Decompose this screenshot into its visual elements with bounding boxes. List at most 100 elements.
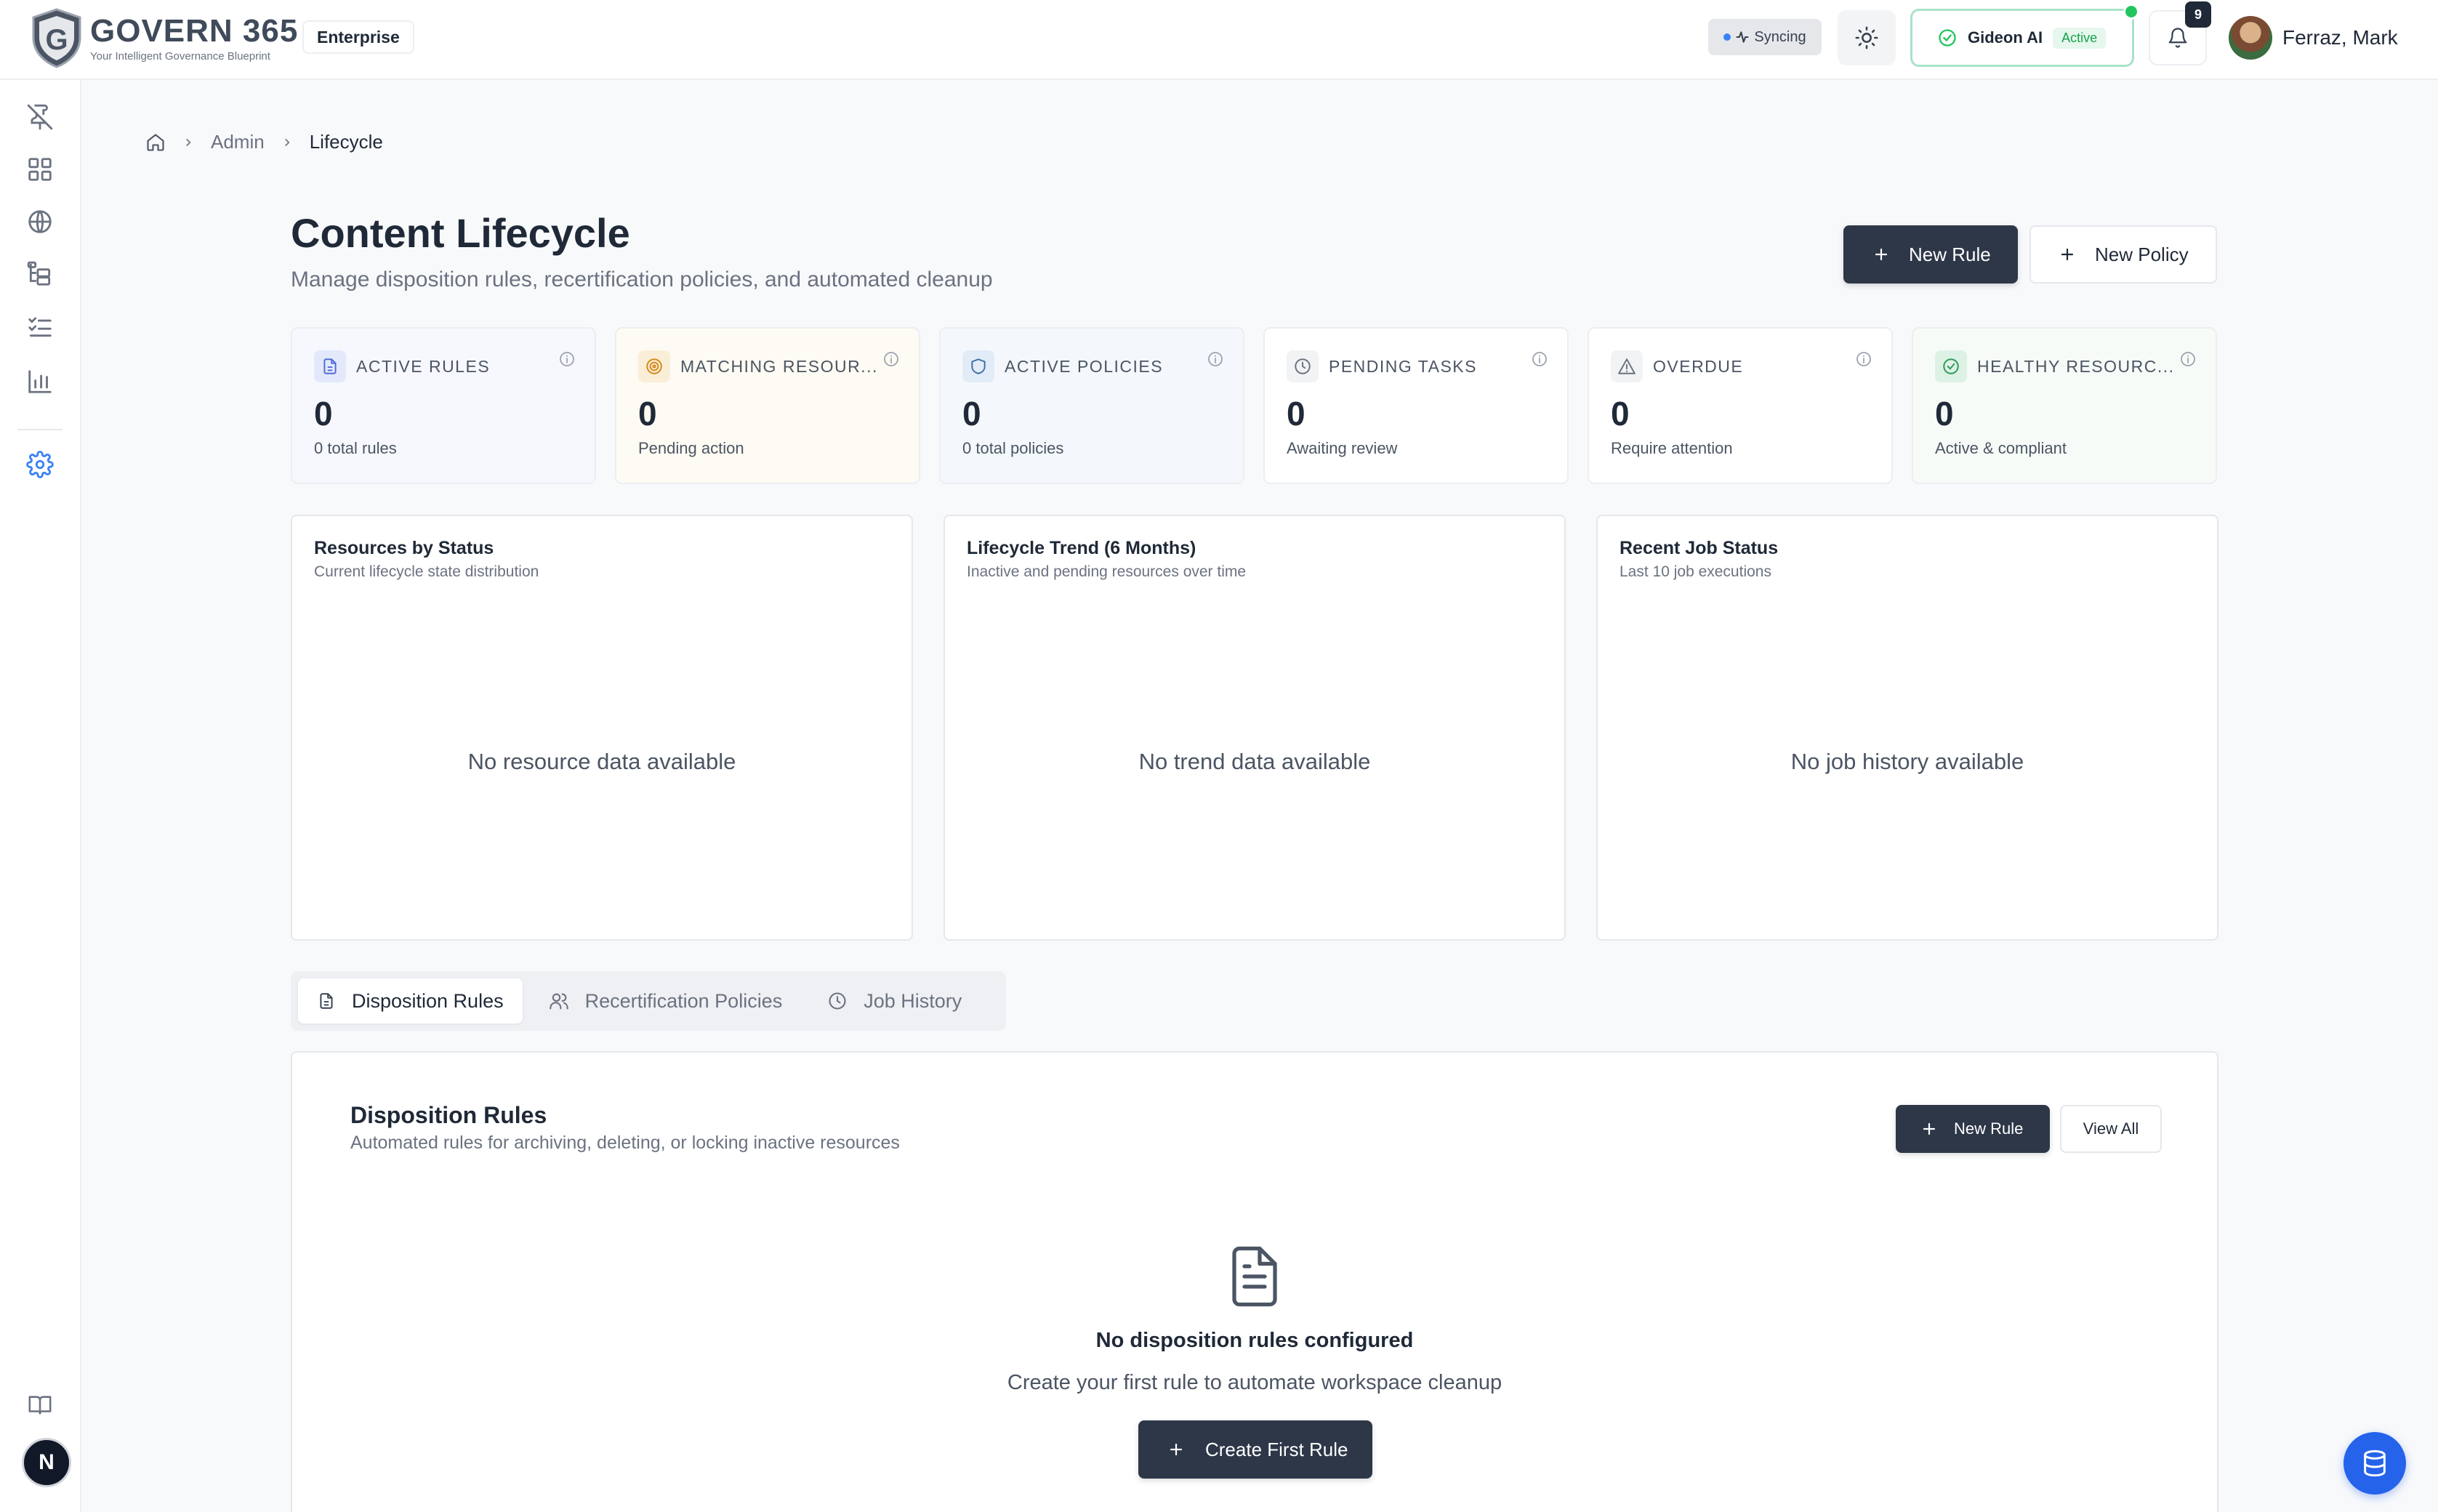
chart-card-recent-job-status: Recent Job Status Last 10 job executions… [1596, 515, 2218, 941]
ai-name: Gideon AI [1968, 28, 2043, 47]
stat-note: Awaiting review [1287, 439, 1398, 457]
logo-tagline: Your Intelligent Governance Blueprint [90, 49, 270, 63]
sun-icon [1855, 26, 1878, 49]
stat-label: PENDING TASKS [1329, 356, 1477, 376]
stat-note: 0 total policies [962, 439, 1064, 457]
sync-status-pill: Syncing [1708, 19, 1822, 55]
theme-toggle-button[interactable] [1838, 10, 1896, 65]
target-icon [638, 350, 670, 382]
breadcrumb: Admin Lifecycle [145, 131, 383, 153]
chart-subtitle: Last 10 job executions [1620, 563, 1771, 580]
sidebar-avatar[interactable]: N [22, 1438, 71, 1487]
stat-label: ACTIVE POLICIES [1005, 356, 1164, 376]
hierarchy-icon[interactable] [26, 260, 54, 288]
chart-empty-message: No trend data available [1138, 749, 1371, 774]
info-icon[interactable] [558, 350, 576, 368]
tab-label: Disposition Rules [352, 989, 504, 1012]
tab-recertification-policies[interactable]: Recertification Policies [530, 978, 802, 1024]
home-icon[interactable] [145, 132, 166, 153]
chart-subtitle: Inactive and pending resources over time [967, 563, 1247, 580]
new-rule-button[interactable]: New Rule [1843, 225, 2018, 284]
stat-card-active-policies[interactable]: ACTIVE POLICIES 0 0 total policies [939, 327, 1244, 484]
list-check-icon[interactable] [26, 313, 54, 340]
notification-count-badge: 9 [2185, 1, 2211, 28]
info-icon[interactable] [1531, 350, 1548, 368]
chart-empty-message: No resource data available [467, 749, 736, 774]
panel-new-rule-label: New Rule [1954, 1119, 2024, 1138]
stat-card-pending-tasks[interactable]: PENDING TASKS 0 Awaiting review [1263, 327, 1569, 484]
database-fab-button[interactable] [2344, 1432, 2406, 1495]
stat-note: 0 total rules [314, 439, 397, 457]
chevron-right-icon [186, 138, 191, 146]
top-header: G GOVERN 365 Your Intelligent Governance… [0, 0, 2438, 80]
panel-new-rule-button[interactable]: New Rule [1896, 1105, 2050, 1153]
chevron-right-icon [284, 138, 290, 146]
stat-card-overdue[interactable]: OVERDUE 0 Require attention [1588, 327, 1893, 484]
user-avatar [2229, 16, 2272, 60]
plus-icon [1170, 1443, 1183, 1456]
view-all-button[interactable]: View All [2060, 1105, 2162, 1153]
stat-card-active-rules[interactable]: ACTIVE RULES 0 0 total rules [291, 327, 596, 484]
stat-note: Pending action [638, 439, 744, 457]
notifications-button[interactable]: 9 [2149, 1, 2211, 65]
user-menu[interactable]: Ferraz, Mark [2229, 16, 2398, 60]
stat-label: OVERDUE [1653, 356, 1744, 376]
chart-title: Lifecycle Trend (6 Months) [967, 538, 1196, 558]
bar-chart-icon[interactable] [26, 368, 54, 395]
edition-badge: Enterprise [302, 20, 414, 54]
breadcrumb-admin[interactable]: Admin [211, 131, 265, 153]
bell-icon [2168, 28, 2187, 48]
create-first-rule-button[interactable]: Create First Rule [1138, 1420, 1372, 1479]
stat-label: MATCHING RESOUR... [680, 356, 878, 376]
stat-value: 0 [1287, 395, 1306, 433]
stat-note: Require attention [1611, 439, 1733, 457]
info-icon[interactable] [2179, 350, 2197, 368]
sidebar-divider [17, 429, 63, 430]
tab-job-history[interactable]: Job History [808, 978, 981, 1024]
stat-label: HEALTHY RESOURC... [1977, 356, 2175, 376]
plus-icon [2061, 248, 2074, 261]
empty-state-subtitle: Create your first rule to automate works… [1007, 1371, 1502, 1394]
breadcrumb-lifecycle: Lifecycle [309, 131, 383, 153]
book-icon[interactable] [28, 1393, 52, 1418]
user-name: Ferraz, Mark [2282, 26, 2398, 49]
chart-card-resources-by-status: Resources by Status Current lifecycle st… [291, 515, 913, 941]
ai-status-badge: Active [2053, 27, 2107, 49]
users-icon [549, 993, 568, 1010]
app-logo[interactable]: G GOVERN 365 Your Intelligent Governance… [31, 7, 298, 68]
stat-value: 0 [638, 395, 657, 433]
stat-card-matching-resources[interactable]: MATCHING RESOUR... 0 Pending action [615, 327, 920, 484]
info-icon[interactable] [1855, 350, 1872, 368]
stat-value: 0 [1935, 395, 1954, 433]
pin-off-icon[interactable] [26, 103, 54, 131]
info-icon[interactable] [1207, 350, 1224, 368]
sidebar: N [0, 80, 81, 1512]
new-policy-button[interactable]: New Policy [2029, 225, 2217, 284]
tab-label: Job History [864, 989, 962, 1012]
tab-disposition-rules[interactable]: Disposition Rules [298, 978, 523, 1024]
grid-icon[interactable] [26, 156, 54, 183]
lifecycle-tabs: Disposition Rules Recertification Polici… [291, 971, 1006, 1031]
svg-text:G: G [45, 24, 68, 56]
stat-card-healthy-resources[interactable]: HEALTHY RESOURC... 0 Active & compliant [1912, 327, 2217, 484]
sync-status-text: Syncing [1754, 28, 1806, 45]
stat-value: 0 [314, 395, 333, 433]
check-circle-icon [1935, 350, 1967, 382]
chart-empty-message: No job history available [1790, 749, 2024, 774]
create-first-rule-label: Create First Rule [1205, 1438, 1348, 1460]
info-icon[interactable] [882, 350, 900, 368]
disposition-rules-panel: Disposition Rules Automated rules for ar… [291, 1051, 2218, 1512]
stat-value: 0 [1611, 395, 1630, 433]
database-icon [2364, 1449, 2386, 1477]
gear-icon[interactable] [26, 451, 54, 478]
chart-title: Resources by Status [314, 538, 494, 558]
ai-assistant-button[interactable]: Gideon AI Active [1910, 4, 2139, 67]
document-icon [320, 993, 333, 1009]
chart-subtitle: Current lifecycle state distribution [314, 563, 539, 580]
stat-value: 0 [962, 395, 981, 433]
stat-label: ACTIVE RULES [356, 356, 491, 376]
globe-icon[interactable] [26, 208, 54, 236]
document-icon [1232, 1246, 1277, 1307]
chart-card-lifecycle-trend: Lifecycle Trend (6 Months) Inactive and … [944, 515, 1566, 941]
warning-icon [1611, 350, 1643, 382]
